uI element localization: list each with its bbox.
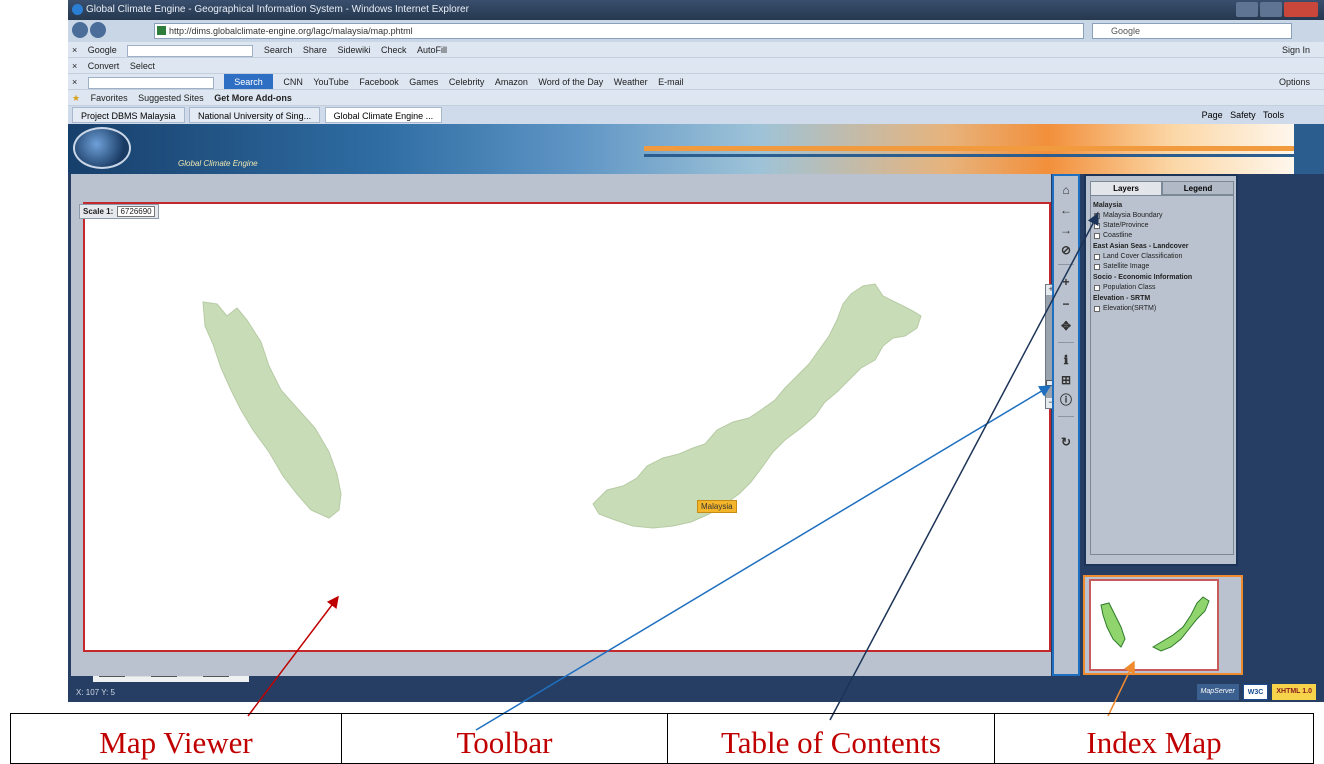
arrow-map-viewer: [247, 595, 339, 717]
callout-map-viewer: Map Viewer: [11, 714, 342, 763]
callout-table-of-contents: Table of Contents: [668, 714, 995, 763]
arrow-table-of-contents: [829, 212, 1099, 721]
callout-toolbar: Toolbar: [342, 714, 668, 763]
annotation-arrows: [247, 212, 1135, 731]
arrow-index-map: [1107, 660, 1135, 717]
screenshot-root: Global Climate Engine - Geographical Inf…: [0, 0, 1324, 764]
callout-index-map: Index Map: [1086, 725, 1222, 760]
callout-table: Map Viewer Toolbar Table of Contents Ind…: [10, 713, 1314, 764]
arrow-toolbar: [475, 385, 1052, 731]
